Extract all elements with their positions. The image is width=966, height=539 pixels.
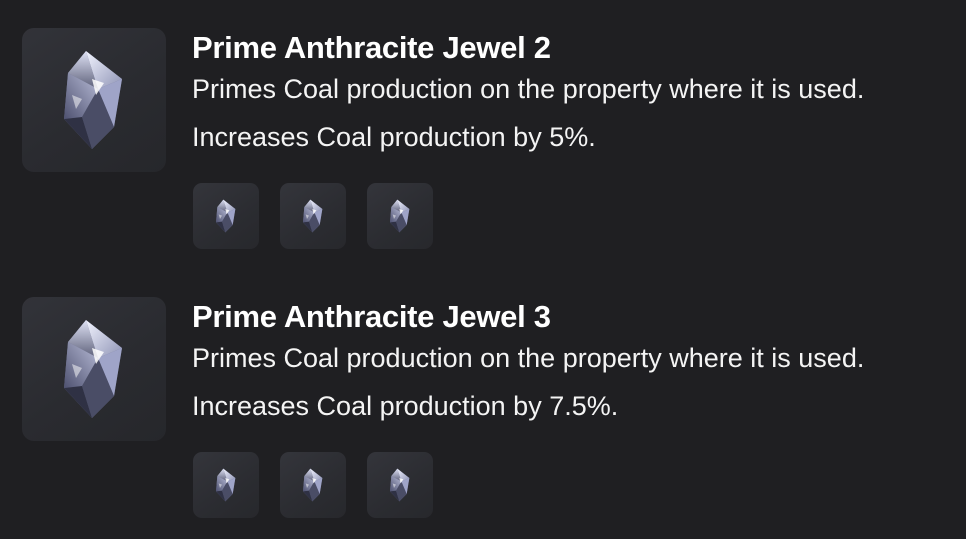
jewel-title: Prime Anthracite Jewel 3	[192, 299, 551, 334]
jewel-slot[interactable]	[367, 183, 433, 249]
anthracite-jewel-icon	[386, 199, 414, 233]
anthracite-jewel-icon	[52, 49, 136, 151]
anthracite-jewel-icon	[212, 199, 240, 233]
jewel-effect: Increases Coal production by 7.5%.	[192, 391, 619, 421]
jewel-slot[interactable]	[367, 452, 433, 518]
anthracite-jewel-icon	[52, 318, 136, 420]
anthracite-jewel-icon	[299, 199, 327, 233]
jewel-slot[interactable]	[280, 452, 346, 518]
jewel-slot[interactable]	[280, 183, 346, 249]
anthracite-jewel-icon	[299, 468, 327, 502]
anthracite-jewel-icon	[386, 468, 414, 502]
jewel-description: Primes Coal production on the property w…	[192, 74, 865, 104]
jewel-thumbnail	[22, 297, 166, 441]
jewel-thumbnail	[22, 28, 166, 172]
jewel-slots	[193, 183, 433, 249]
anthracite-jewel-icon	[212, 468, 240, 502]
jewel-slot[interactable]	[193, 452, 259, 518]
jewel-slot[interactable]	[193, 183, 259, 249]
jewel-description: Primes Coal production on the property w…	[192, 343, 865, 373]
jewel-title: Prime Anthracite Jewel 2	[192, 30, 551, 65]
jewel-slots	[193, 452, 433, 518]
jewel-effect: Increases Coal production by 5%.	[192, 122, 596, 152]
